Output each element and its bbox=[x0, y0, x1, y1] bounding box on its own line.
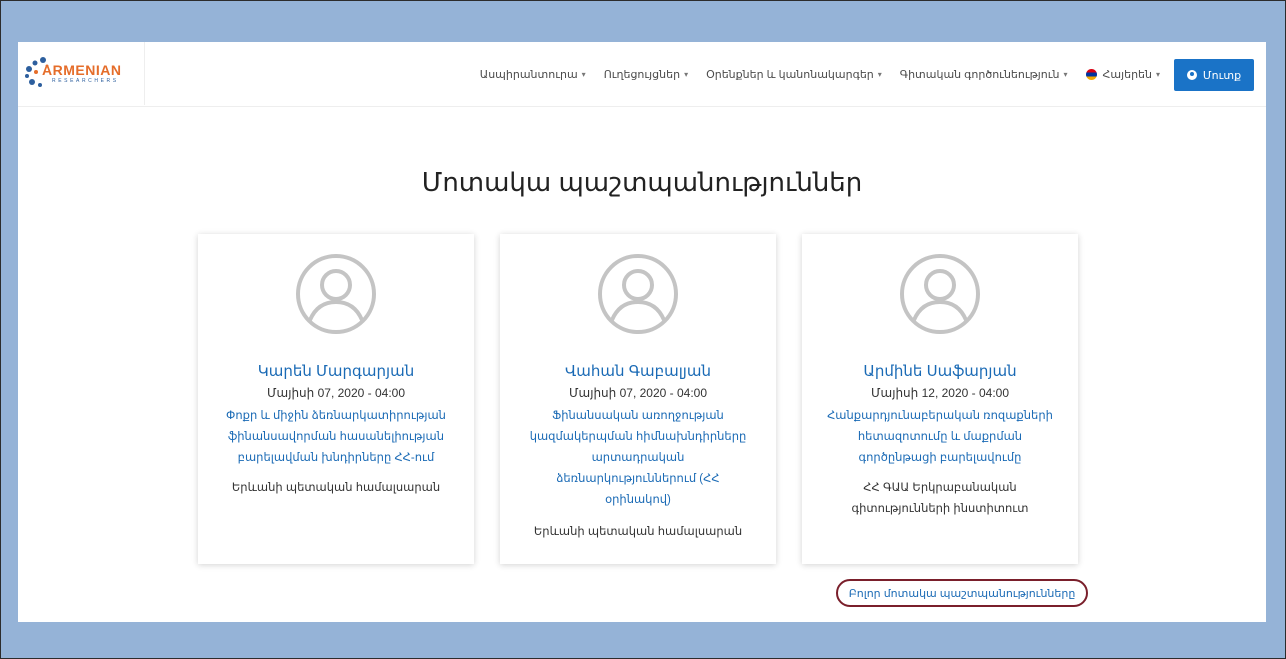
logo-text: ARMENIAN bbox=[42, 62, 122, 78]
nav-item-label: Օրենքներ և կանոնակարգեր bbox=[706, 68, 874, 81]
candidate-name-link[interactable]: Կարեն Մարգարյան bbox=[198, 362, 474, 380]
nav-item-label: Գիտական գործունեություն bbox=[899, 68, 1060, 81]
nav-item-research[interactable]: Գիտական գործունեություն ▾ bbox=[900, 68, 1068, 81]
login-button[interactable]: Մուտք bbox=[1174, 59, 1254, 91]
avatar-icon bbox=[900, 254, 980, 334]
all-defenses-link[interactable]: Բոլոր մոտակա պաշտպանությունները bbox=[836, 579, 1088, 607]
defense-card: Վահան Գաբալյան Մայիսի 07, 2020 - 04:00 Ֆ… bbox=[500, 234, 776, 564]
nav-item-guides[interactable]: Ուղեցույցներ ▾ bbox=[604, 68, 688, 81]
defense-date: Մայիսի 12, 2020 - 04:00 bbox=[871, 386, 1009, 400]
page-title: Մոտակա պաշտպանություններ bbox=[421, 167, 863, 198]
language-label: Հայերեն bbox=[1102, 68, 1152, 81]
chevron-down-icon: ▾ bbox=[1155, 69, 1160, 79]
institution: Երևանի պետական համալսարան bbox=[533, 526, 743, 538]
chevron-down-icon: ▾ bbox=[684, 69, 689, 79]
defense-date: Մայիսի 07, 2020 - 04:00 bbox=[569, 386, 707, 400]
nav-item-laws[interactable]: Օրենքներ և կանոնակարգեր ▾ bbox=[706, 68, 882, 81]
candidate-name-link[interactable]: Արմինե Սաֆարյան bbox=[802, 362, 1078, 380]
nav-menu: Ասպիրանտուրա ▾ Ուղեցույցներ ▾ Օրենքներ և… bbox=[480, 42, 1160, 106]
dissertation-topic-link[interactable]: Ֆինանսական առողջության կազմակերպման հիմն… bbox=[524, 406, 752, 511]
defense-card: Արմինե Սաֆարյան Մայիսի 12, 2020 - 04:00 … bbox=[802, 234, 1078, 564]
dissertation-topic-link[interactable]: Հանքարդյունաբերական ռոզաքների հետազոտում… bbox=[826, 406, 1054, 469]
navbar: ARMENIAN RESEARCHERS Ասպիրանտուրա ▾ Ուղե… bbox=[18, 42, 1266, 107]
nav-item-label: Ուղեցույցներ bbox=[603, 68, 681, 81]
armenian-flag-icon bbox=[1085, 68, 1097, 80]
institution: ՀՀ ԳԱԱ Երկրաբանական գիտությունների ինստի… bbox=[851, 482, 1029, 515]
nav-item-postgraduate[interactable]: Ասպիրանտուրա ▾ bbox=[480, 68, 586, 81]
dissertation-topic-link[interactable]: Փոքր և միջին ձեռնարկատիրության ֆինանսավո… bbox=[222, 406, 450, 469]
logo-subtext: RESEARCHERS bbox=[52, 78, 119, 84]
avatar-icon bbox=[598, 254, 678, 334]
candidate-name-link[interactable]: Վահան Գաբալյան bbox=[500, 362, 776, 380]
logo[interactable]: ARMENIAN RESEARCHERS bbox=[18, 42, 145, 105]
institution: Երևանի պետական համալսարան bbox=[231, 482, 441, 494]
login-label: Մուտք bbox=[1202, 69, 1242, 82]
chevron-down-icon: ▾ bbox=[877, 69, 882, 79]
avatar-icon bbox=[296, 254, 376, 334]
chevron-down-icon: ▾ bbox=[581, 69, 586, 79]
language-selector[interactable]: Հայերեն ▾ bbox=[1085, 68, 1160, 81]
defense-date: Մայիսի 07, 2020 - 04:00 bbox=[267, 386, 405, 400]
page: ARMENIAN RESEARCHERS Ասպիրանտուրա ▾ Ուղե… bbox=[18, 42, 1266, 622]
chevron-down-icon: ▾ bbox=[1063, 69, 1068, 79]
user-circle-icon bbox=[1186, 70, 1197, 80]
nav-item-label: Ասպիրանտուրա bbox=[479, 68, 578, 81]
defense-card: Կարեն Մարգարյան Մայիսի 07, 2020 - 04:00 … bbox=[198, 234, 474, 564]
